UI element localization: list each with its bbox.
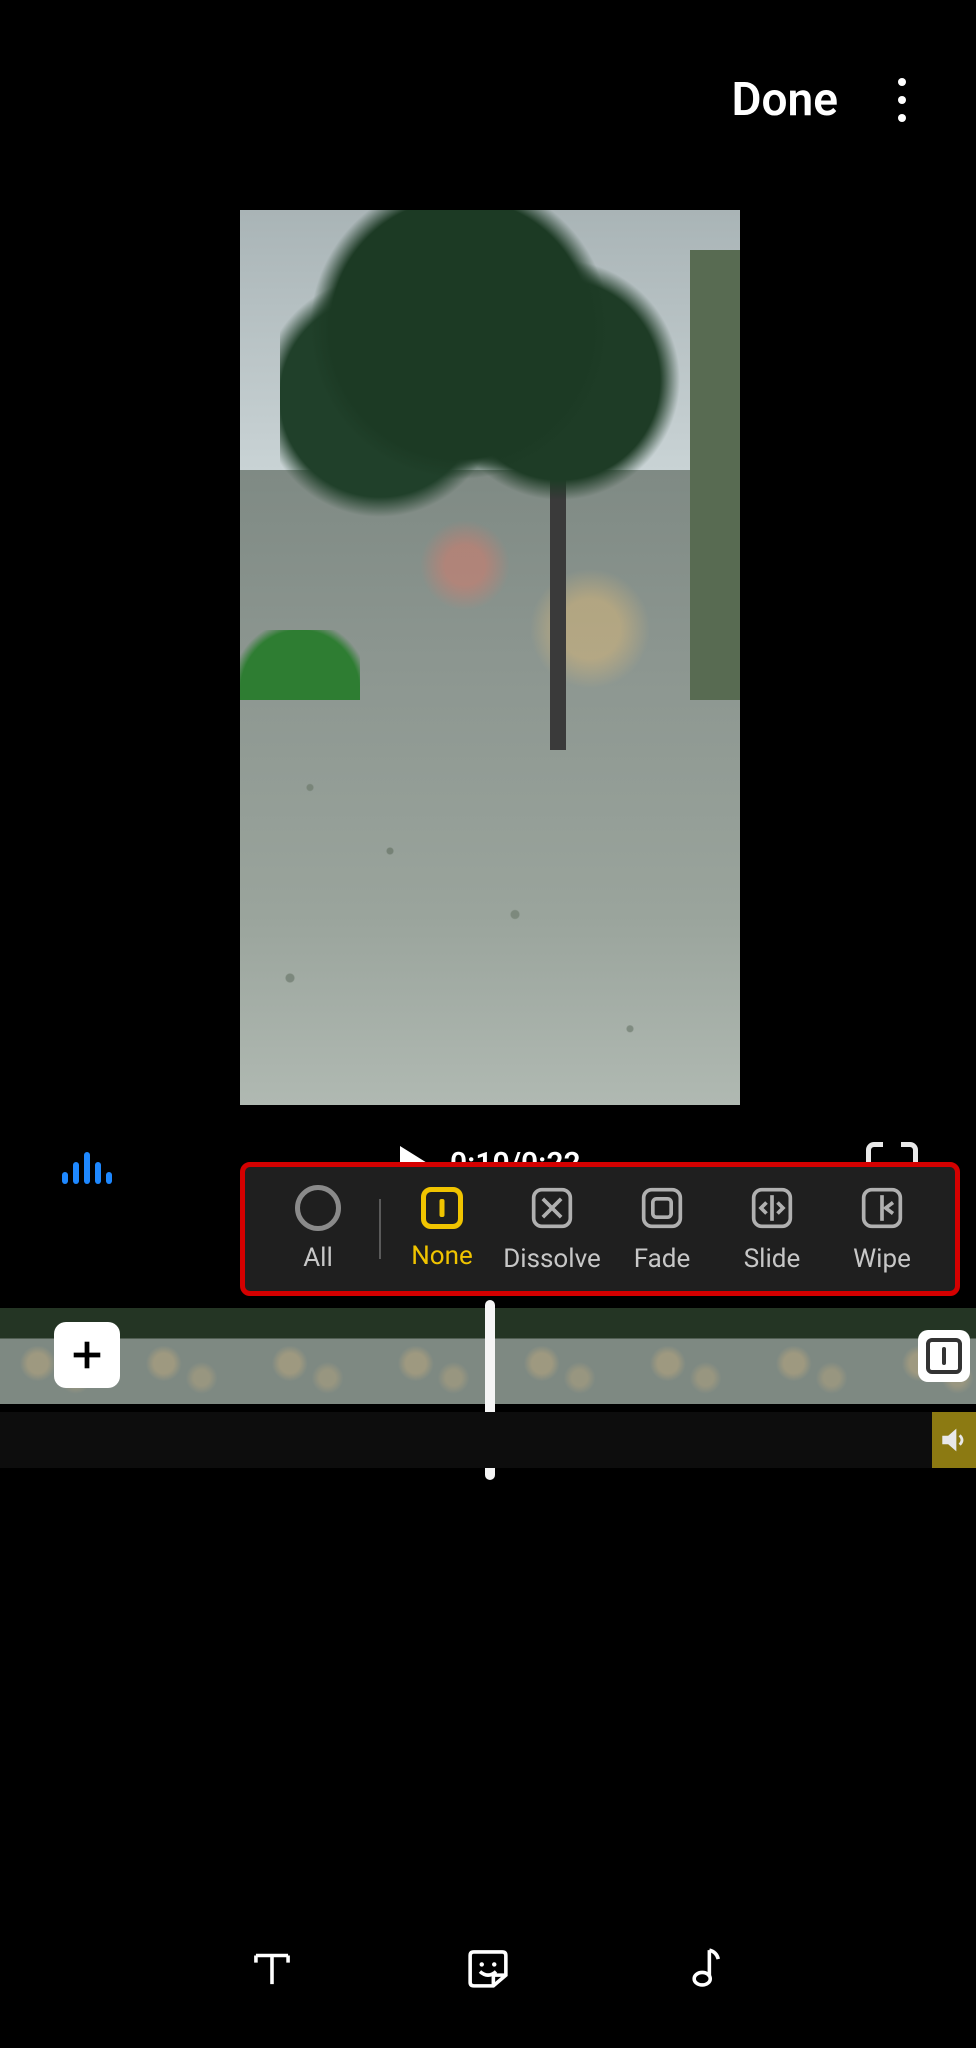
transition-none[interactable]: None	[387, 1187, 497, 1271]
transition-all[interactable]: All	[263, 1185, 373, 1273]
fade-icon	[638, 1184, 686, 1232]
none-icon	[421, 1187, 463, 1229]
timeline-thumb[interactable]	[126, 1308, 252, 1404]
transition-label: Slide	[744, 1244, 801, 1274]
done-button[interactable]: Done	[732, 73, 838, 127]
preview-grass	[240, 630, 360, 700]
speaker-icon[interactable]	[932, 1412, 976, 1468]
timeline-thumb[interactable]	[630, 1308, 756, 1404]
text-tool-icon[interactable]	[244, 1940, 300, 1996]
video-editor-screen: Done 0:10/0:22 All None	[0, 0, 976, 2048]
transition-label: Dissolve	[503, 1244, 601, 1274]
sound-levels-icon[interactable]	[62, 1152, 112, 1184]
transition-dissolve[interactable]: Dissolve	[497, 1184, 607, 1274]
transition-options-bar: All None Dissolve Fade	[240, 1162, 960, 1296]
audio-track[interactable]	[0, 1412, 976, 1468]
transition-slide[interactable]: Slide	[717, 1184, 827, 1274]
transition-label: Wipe	[853, 1244, 911, 1274]
timeline-thumb[interactable]	[252, 1308, 378, 1404]
wipe-icon	[858, 1184, 906, 1232]
add-clip-button[interactable]	[54, 1322, 120, 1388]
timeline-thumb[interactable]	[756, 1308, 882, 1404]
separator	[379, 1199, 381, 1259]
timeline-thumb[interactable]	[504, 1308, 630, 1404]
transition-marker[interactable]	[918, 1330, 970, 1382]
slide-icon	[748, 1184, 796, 1232]
transition-wipe[interactable]: Wipe	[827, 1184, 937, 1274]
preview-leaves	[240, 470, 740, 1105]
preview-tree	[280, 210, 680, 550]
circle-icon	[295, 1185, 341, 1231]
transition-label: All	[303, 1243, 333, 1273]
dissolve-icon	[528, 1184, 576, 1232]
transition-label: None	[411, 1241, 473, 1271]
transition-label: Fade	[634, 1244, 691, 1274]
sticker-tool-icon[interactable]	[460, 1940, 516, 1996]
music-tool-icon[interactable]	[676, 1940, 732, 1996]
video-preview[interactable]	[240, 210, 740, 1105]
transition-fade[interactable]: Fade	[607, 1184, 717, 1274]
header: Done	[0, 0, 976, 200]
more-options-icon[interactable]	[898, 78, 906, 122]
bottom-toolbar	[0, 1908, 976, 2048]
